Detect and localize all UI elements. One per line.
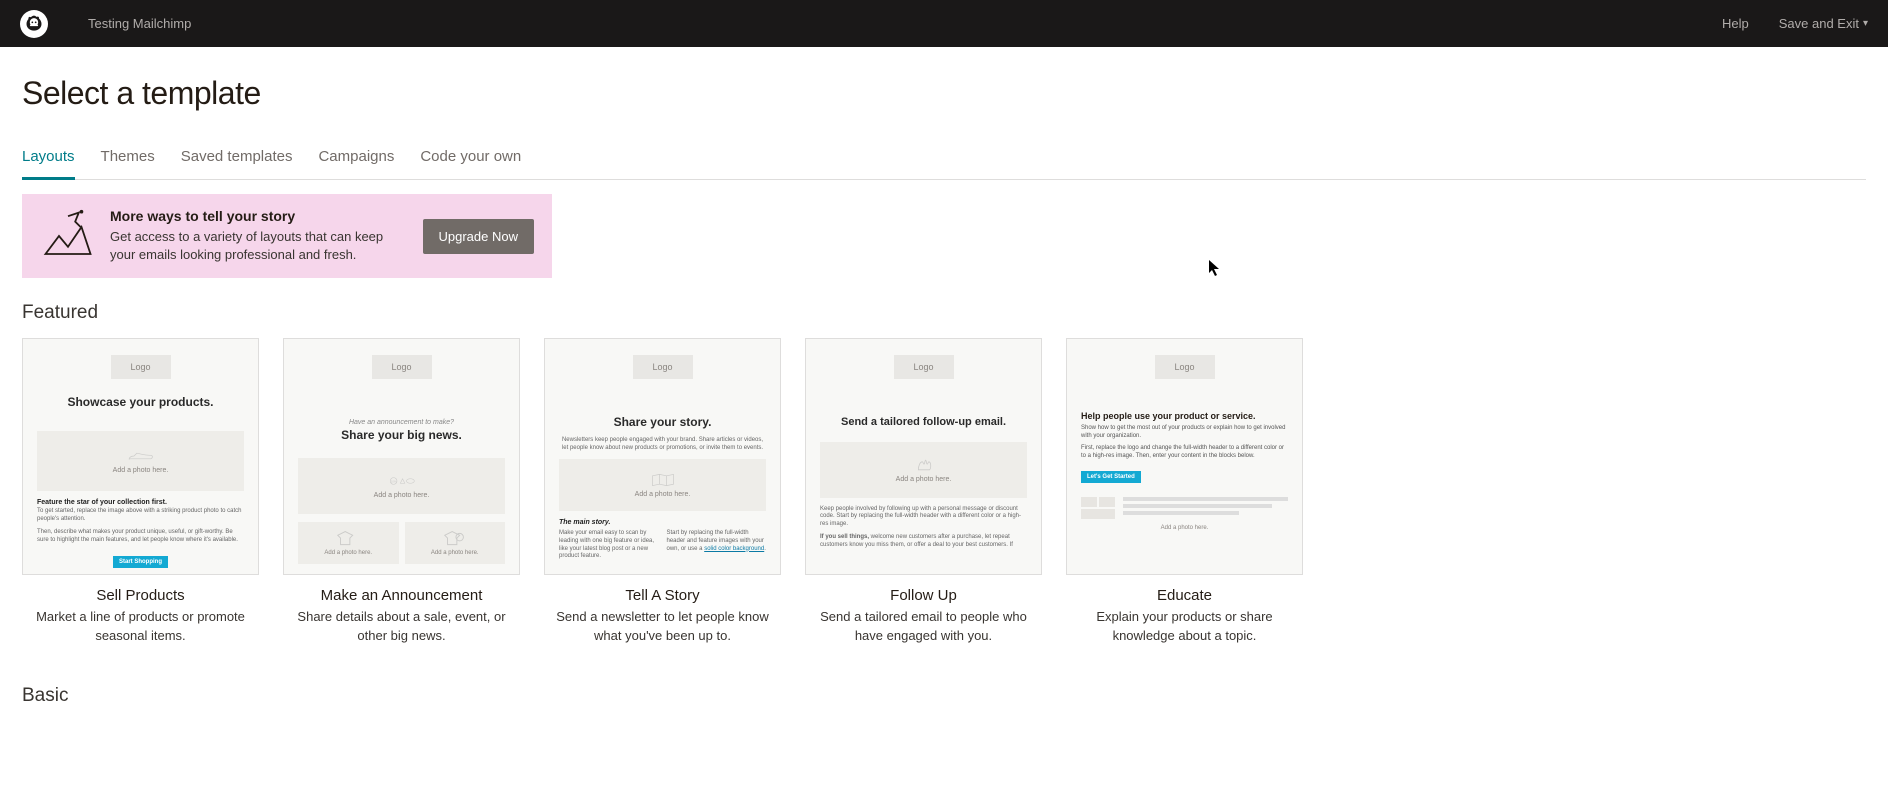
template-description: Send a newsletter to let people know wha… <box>544 608 781 644</box>
promo-title: More ways to tell your story <box>110 208 409 224</box>
upgrade-now-button[interactable]: Upgrade Now <box>423 219 535 254</box>
template-name: Sell Products <box>22 587 259 604</box>
template-thumb-follow-up[interactable]: Logo Send a tailored follow-up email. Ad… <box>805 338 1042 575</box>
thumb-logo-placeholder: Logo <box>111 355 171 379</box>
thumb-para: Keep people involved by following up wit… <box>820 506 1027 529</box>
map-icon <box>649 472 677 488</box>
wave-hand-icon <box>910 457 938 473</box>
thumb-cta: Start Shopping <box>113 556 168 568</box>
thumb-photo-placeholder: Add a photo here. <box>405 522 506 564</box>
thumb-col-title: The main story. <box>559 519 766 526</box>
account-name[interactable]: Testing Mailchimp <box>88 16 1722 31</box>
mailchimp-logo-icon[interactable] <box>20 10 48 38</box>
thumb-col2: Start by replacing the full-width header… <box>667 530 767 561</box>
help-link[interactable]: Help <box>1722 16 1749 31</box>
tshirt-icon <box>441 531 469 547</box>
thumb-headline: Help people use your product or service. <box>1081 411 1288 421</box>
tabs: Layouts Themes Saved templates Campaigns Cod… <box>22 148 1866 180</box>
thumb-headline: Share your story. <box>559 415 766 429</box>
chevron-down-icon: ▾ <box>1863 18 1868 29</box>
template-thumb-tell-a-story[interactable]: Logo Share your story. Newsletters keep … <box>544 338 781 575</box>
thumb-logo-placeholder: Logo <box>372 355 432 379</box>
top-bar: Testing Mailchimp Help Save and Exit ▾ <box>0 0 1888 47</box>
template-thumb-sell-products[interactable]: Logo Showcase your products. Add a photo… <box>22 338 259 575</box>
thumb-logo-placeholder: Logo <box>633 355 693 379</box>
thumb-col1: Make your email easy to scan by leading … <box>559 530 659 561</box>
tab-layouts[interactable]: Layouts <box>22 148 75 180</box>
template-name: Follow Up <box>805 587 1042 604</box>
thumb-logo-placeholder: Logo <box>1155 355 1215 379</box>
tab-campaigns[interactable]: Campaigns <box>318 148 394 180</box>
thumb-bold: Feature the star of your collection firs… <box>37 499 244 506</box>
thumb-cta: Let's Get Started <box>1081 471 1141 483</box>
thumb-photo-placeholder: Add a photo here. <box>37 431 244 491</box>
tab-saved[interactable]: Saved templates <box>181 148 293 180</box>
thumb-headline: Send a tailored follow-up email. <box>820 415 1027 429</box>
basic-section-title: Basic <box>22 685 1866 707</box>
promo-illustration-icon <box>40 209 96 263</box>
template-name: Make an Announcement <box>283 587 520 604</box>
template-description: Explain your products or share knowledge… <box>1066 608 1303 644</box>
thumb-para: If you sell things, welcome new customer… <box>820 534 1027 550</box>
tab-themes[interactable]: Themes <box>101 148 155 180</box>
thumb-line: First, replace the logo and change the f… <box>1081 445 1288 461</box>
save-and-exit-label: Save and Exit <box>1779 16 1859 31</box>
featured-template-grid: Logo Showcase your products. Add a photo… <box>22 338 1866 644</box>
svg-text:10%: 10% <box>390 480 396 484</box>
template-card-make-announcement: Logo Have an announcement to make? Share… <box>283 338 520 644</box>
thumb-photo-placeholder: Add a photo here. <box>559 459 766 511</box>
thumb-headline: Share your big news. <box>298 428 505 442</box>
thumb-photo-placeholder: Add a photo here. <box>298 522 399 564</box>
save-and-exit-link[interactable]: Save and Exit ▾ <box>1779 16 1868 31</box>
thumb-para: Then, describe what makes your product u… <box>37 529 244 545</box>
thumb-photo-placeholder: 10% Add a photo here. <box>298 458 505 514</box>
template-card-follow-up: Logo Send a tailored follow-up email. Ad… <box>805 338 1042 644</box>
promo-description: Get access to a variety of layouts that … <box>110 228 409 264</box>
template-thumb-educate[interactable]: Logo Help people use your product or ser… <box>1066 338 1303 575</box>
thumb-headline: Showcase your products. <box>37 395 244 409</box>
tshirt-icon <box>334 531 362 547</box>
thumb-logo-placeholder: Logo <box>894 355 954 379</box>
featured-section-title: Featured <box>22 302 1866 324</box>
thumb-sub: Newsletters keep people engaged with you… <box>559 437 766 453</box>
tab-code[interactable]: Code your own <box>420 148 521 180</box>
template-description: Send a tailored email to people who have… <box>805 608 1042 644</box>
template-description: Market a line of products or promote sea… <box>22 608 259 644</box>
page-title: Select a template <box>22 75 1866 112</box>
template-card-tell-a-story: Logo Share your story. Newsletters keep … <box>544 338 781 644</box>
shoe-icon <box>127 448 155 464</box>
template-card-sell-products: Logo Showcase your products. Add a photo… <box>22 338 259 644</box>
upgrade-banner: More ways to tell your story Get access … <box>22 194 552 278</box>
template-thumb-make-announcement[interactable]: Logo Have an announcement to make? Share… <box>283 338 520 575</box>
template-description: Share details about a sale, event, or ot… <box>283 608 520 644</box>
thumb-photo-placeholder: Add a photo here. <box>820 442 1027 498</box>
thumb-pre: Have an announcement to make? <box>298 419 505 426</box>
thumb-para: To get started, replace the image above … <box>37 508 244 524</box>
template-card-educate: Logo Help people use your product or ser… <box>1066 338 1303 644</box>
party-icon: 10% <box>388 473 416 489</box>
thumb-line: Show how to get the most out of your pro… <box>1081 425 1288 441</box>
template-name: Educate <box>1066 587 1303 604</box>
template-name: Tell A Story <box>544 587 781 604</box>
